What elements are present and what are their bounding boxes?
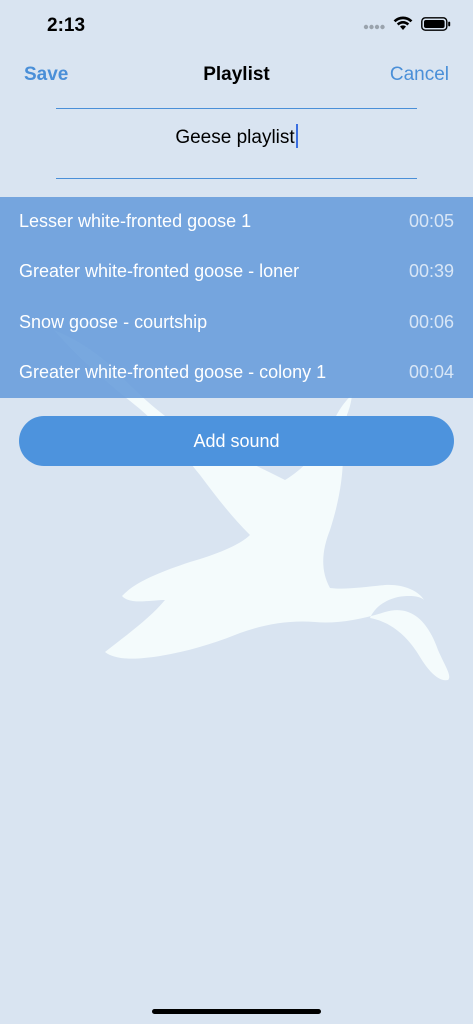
playlist-name-value: Geese playlist [175,127,295,148]
sound-duration: 00:39 [408,261,454,282]
sound-row[interactable]: Greater white-fronted goose - colony 1 0… [0,348,473,398]
sound-title: Lesser white-fronted goose 1 [19,211,252,231]
sound-list: Lesser white-fronted goose 1 00:05 Great… [0,197,473,398]
sound-duration: 00:06 [408,311,454,332]
status-time: 2:13 [47,15,86,36]
add-sound-button[interactable]: Add sound [19,416,454,466]
sound-duration: 00:05 [408,211,454,231]
sound-duration: 00:04 [408,361,454,382]
wifi-icon [393,16,413,30]
status-icons [363,16,451,31]
sound-row[interactable]: Lesser white-fronted goose 1 00:05 [0,197,473,247]
sound-title: Greater white-fronted goose - loner [19,261,300,282]
playlist-screen: 2:13 Save Playlist Cancel Geese playlist… [0,0,473,1024]
name-field-top-border [56,108,417,109]
playlist-name-input[interactable]: Geese playlist [56,124,417,164]
sound-row[interactable]: Snow goose - courtship 00:06 [0,298,473,348]
sound-title: Snow goose - courtship [19,311,208,332]
cellular-signal-icon [363,24,385,29]
home-indicator[interactable] [152,1009,321,1014]
status-bar: 2:13 [0,0,473,50]
cancel-button[interactable]: Cancel [390,64,449,86]
navigation-bar: Save Playlist Cancel [0,58,473,94]
name-field-bottom-border [56,178,417,179]
battery-icon [421,16,451,31]
sound-title: Greater white-fronted goose - colony 1 [19,361,327,382]
text-cursor [295,124,298,148]
sound-row[interactable]: Greater white-fronted goose - loner 00:3… [0,247,473,297]
